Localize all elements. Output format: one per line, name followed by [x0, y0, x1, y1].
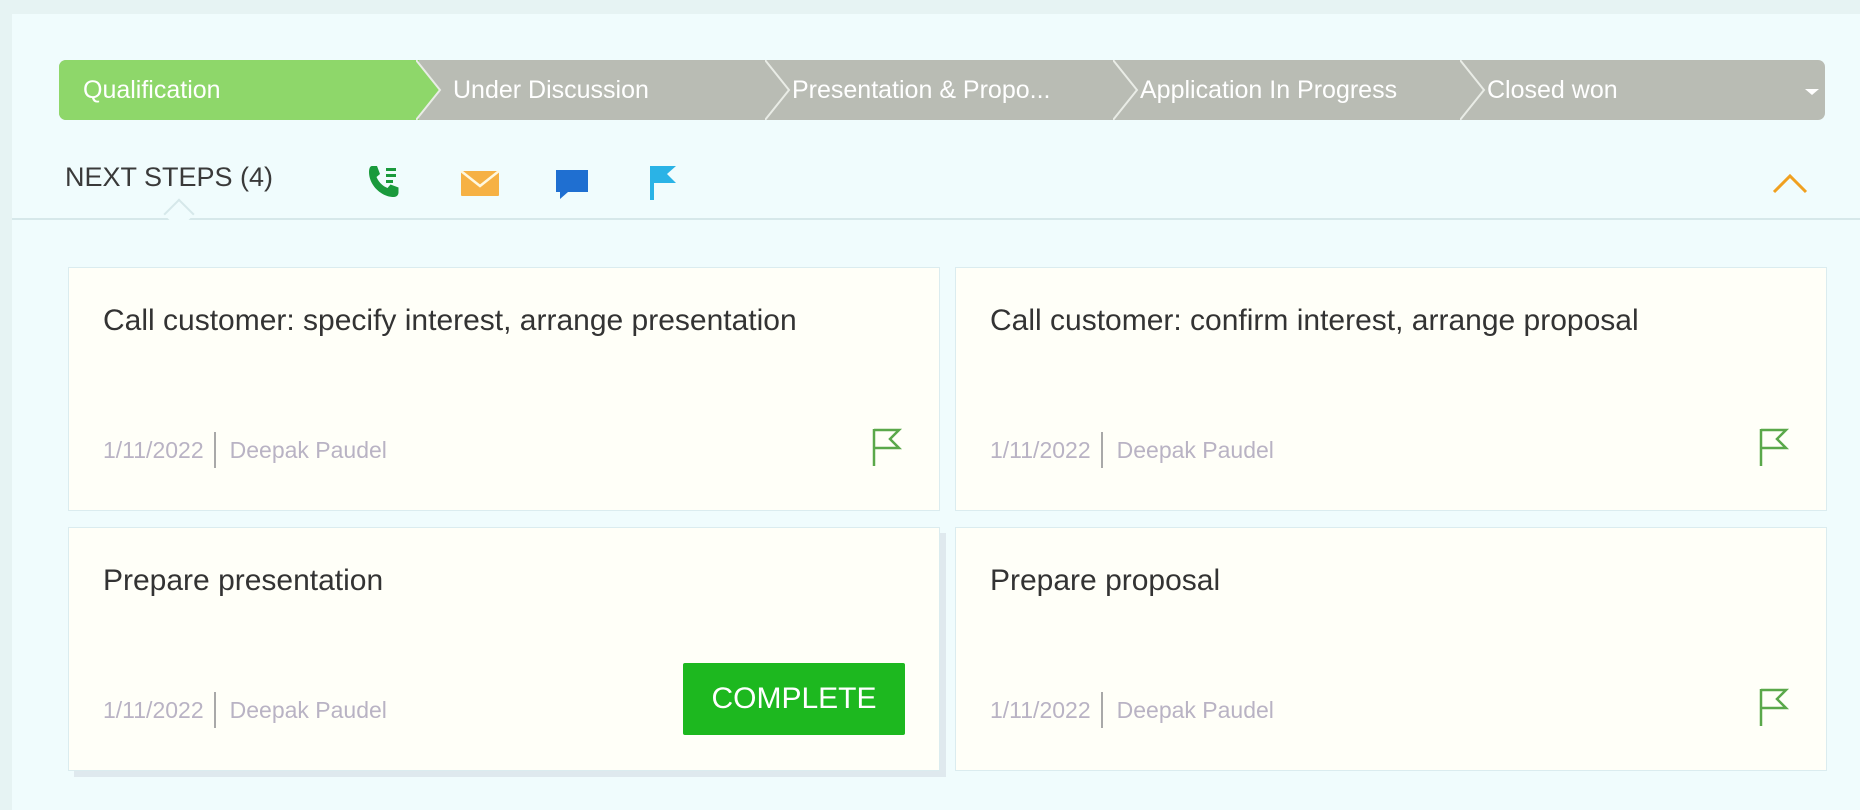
card-owner: Deepak Paudel: [1116, 696, 1274, 723]
next-step-card[interactable]: Call customer: confirm interest, arrange…: [955, 267, 1827, 511]
stage-under-discussion[interactable]: Under Discussion: [443, 60, 743, 120]
stage-label: Closed won: [1487, 76, 1618, 104]
card-title: Call customer: specify interest, arrange…: [103, 304, 797, 337]
stage-presentation-proposal[interactable]: Presentation & Propo...: [792, 60, 1092, 120]
stage-qualification[interactable]: Qualification: [59, 60, 419, 120]
stage-closed-won[interactable]: Closed won: [1487, 60, 1787, 120]
card-owner: Deepak Paudel: [229, 696, 387, 723]
stage-label: Qualification: [83, 76, 221, 104]
card-meta: 1/11/2022 Deepak Paudel: [103, 692, 387, 728]
email-icon[interactable]: [458, 160, 502, 204]
stage-application-in-progress[interactable]: Application In Progress: [1140, 60, 1440, 120]
complete-button[interactable]: COMPLETE: [683, 663, 905, 735]
flag-outline-icon[interactable]: [869, 426, 903, 468]
chat-icon[interactable]: [550, 160, 594, 204]
stage-label: Application In Progress: [1140, 76, 1398, 104]
chevron-up-icon[interactable]: [1770, 168, 1810, 198]
card-title: Prepare presentation: [103, 564, 384, 597]
card-title: Call customer: confirm interest, arrange…: [990, 304, 1639, 337]
card-title: Prepare proposal: [990, 564, 1221, 597]
stage-label: Presentation & Propo...: [792, 76, 1051, 104]
card-owner: Deepak Paudel: [1116, 436, 1274, 463]
next-step-card[interactable]: Call customer: specify interest, arrange…: [68, 267, 940, 511]
tab-next-steps[interactable]: NEXT STEPS (4): [65, 150, 273, 204]
card-meta: 1/11/2022 Deepak Paudel: [990, 432, 1274, 468]
next-step-card[interactable]: Prepare presentation 1/11/2022 Deepak Pa…: [68, 527, 940, 771]
card-meta: 1/11/2022 Deepak Paudel: [990, 692, 1274, 728]
stage-label: Under Discussion: [453, 76, 649, 104]
card-date: 1/11/2022: [103, 436, 204, 463]
phone-call-icon[interactable]: [362, 160, 406, 204]
card-owner: Deepak Paudel: [229, 436, 387, 463]
stage-progress-bar: Qualification Under Discussion Presentat…: [59, 60, 1825, 120]
next-step-card[interactable]: Prepare proposal 1/11/2022 Deepak Paudel: [955, 527, 1827, 771]
card-date: 1/11/2022: [103, 696, 204, 723]
card-date: 1/11/2022: [990, 436, 1091, 463]
stage-dropdown-toggle[interactable]: [1799, 60, 1825, 120]
card-meta: 1/11/2022 Deepak Paudel: [103, 432, 387, 468]
flag-outline-icon[interactable]: [1756, 686, 1790, 728]
flag-icon[interactable]: [640, 160, 684, 204]
next-steps-header: NEXT STEPS (4): [12, 150, 1860, 230]
card-date: 1/11/2022: [990, 696, 1091, 723]
flag-outline-icon[interactable]: [1756, 426, 1790, 468]
